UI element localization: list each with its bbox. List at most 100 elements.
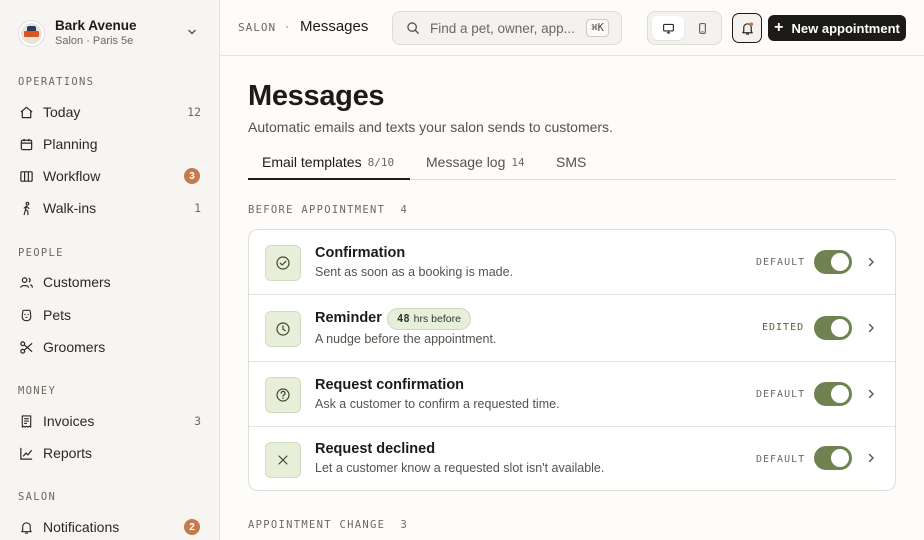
bell-icon: [741, 21, 753, 35]
template-enabled-toggle[interactable]: [814, 446, 852, 470]
salon-location: Salon · Paris 5e: [55, 35, 134, 47]
template-status: EDITED: [762, 322, 805, 333]
search-icon: [407, 22, 419, 34]
tab-sms[interactable]: SMS: [556, 148, 586, 180]
chevron-right-icon[interactable]: [865, 256, 877, 268]
breadcrumb-separator: ·: [285, 19, 289, 33]
template-status: DEFAULT: [756, 454, 806, 465]
sidebar-item-count: 3: [194, 414, 201, 428]
template-enabled-toggle[interactable]: [814, 316, 852, 340]
sidebar-item-today[interactable]: Today 12: [10, 98, 210, 126]
template-description: Let a customer know a requested slot isn…: [315, 461, 605, 475]
sidebar-item-label: Invoices: [43, 413, 95, 429]
template-row-request-declined[interactable]: Request declined Let a customer know a r…: [249, 427, 895, 490]
receipt-icon: [18, 413, 34, 429]
group-title-appointment-change: APPOINTMENT CHANGE 3: [248, 519, 409, 531]
sidebar-item-count: 12: [187, 105, 201, 119]
calendar-icon: [18, 136, 34, 152]
sidebar-item-pets[interactable]: Pets: [10, 301, 210, 329]
tab-message-log[interactable]: Message log 14: [426, 148, 525, 180]
section-title-salon: SALON: [18, 491, 57, 503]
sidebar-item-badge: 2: [184, 519, 200, 535]
sidebar-item-label: Customers: [43, 274, 111, 290]
notifications-button[interactable]: [732, 13, 762, 43]
sidebar-item-groomers[interactable]: Groomers: [10, 333, 210, 361]
sidebar-item-notifications[interactable]: Notifications 2: [10, 513, 210, 540]
breadcrumb-current: Messages: [300, 18, 369, 35]
sidebar-item-label: Reports: [43, 445, 93, 461]
sidebar-item-label: Notifications: [43, 519, 120, 535]
salon-name: Bark Avenue: [55, 18, 137, 33]
main-content: Messages Automatic emails and texts your…: [220, 56, 924, 540]
desktop-view-button[interactable]: [652, 16, 684, 40]
template-status: DEFAULT: [756, 389, 806, 400]
template-row-request-confirmation[interactable]: Request confirmation Ask a customer to c…: [249, 362, 895, 427]
template-description: Sent as soon as a booking is made.: [315, 265, 514, 279]
sidebar-item-walk-ins[interactable]: Walk-ins 1: [10, 194, 210, 222]
pet-icon: [18, 307, 34, 323]
salon-switcher[interactable]: Bark Avenue Salon · Paris 5e: [18, 16, 204, 50]
view-toggle: [647, 11, 722, 45]
home-icon: [18, 104, 34, 120]
sidebar-item-badge: 3: [184, 168, 200, 184]
tab-label: SMS: [556, 154, 587, 170]
bell-icon: [18, 519, 34, 535]
top-bar: SALON · Messages Find a pet, owner, app.…: [220, 0, 924, 56]
check-circle-icon: [265, 245, 301, 281]
section-title-operations: OPERATIONS: [18, 76, 95, 88]
sidebar-item-planning[interactable]: Planning: [10, 130, 210, 158]
sidebar-item-workflow[interactable]: Workflow 3: [10, 162, 210, 190]
sidebar-item-label: Today: [43, 104, 81, 120]
section-title-people: PEOPLE: [18, 247, 64, 259]
template-row-confirmation[interactable]: Confirmation Sent as soon as a booking i…: [249, 230, 895, 295]
sidebar-item-count: 1: [194, 201, 201, 215]
template-title: Reminder: [315, 310, 382, 326]
tab-count: 14: [511, 156, 525, 169]
users-icon: [18, 274, 34, 290]
timing-badge[interactable]: 48 hrs before: [387, 308, 471, 330]
chevron-right-icon[interactable]: [865, 322, 877, 334]
template-status: DEFAULT: [756, 257, 806, 268]
sidebar-item-reports[interactable]: Reports: [10, 439, 210, 467]
sidebar-item-invoices[interactable]: Invoices 3: [10, 407, 210, 435]
section-title-money: MONEY: [18, 385, 57, 397]
template-title: Confirmation: [315, 245, 406, 261]
breadcrumb-section[interactable]: SALON: [238, 21, 276, 34]
columns-icon: [18, 168, 34, 184]
sidebar-item-label: Workflow: [43, 168, 101, 184]
chevron-right-icon[interactable]: [865, 388, 877, 400]
sidebar-item-customers[interactable]: Customers: [10, 268, 210, 296]
tab-label: Message log: [426, 154, 506, 170]
chevron-right-icon[interactable]: [865, 452, 877, 464]
template-row-reminder[interactable]: Reminder 48 hrs before A nudge before the…: [249, 295, 895, 362]
search-input[interactable]: Find a pet, owner, app... ⌘K: [392, 11, 622, 45]
tab-label: Email templates: [262, 154, 362, 170]
salon-logo: [18, 19, 45, 47]
plus-icon: +: [774, 19, 784, 36]
phone-icon: [698, 22, 706, 34]
sidebar-item-label: Planning: [43, 136, 98, 152]
template-description: A nudge before the appointment.: [315, 332, 497, 346]
sidebar-item-label: Pets: [43, 307, 72, 323]
sidebar-item-label: Walk-ins: [43, 200, 97, 216]
template-title: Request confirmation: [315, 377, 465, 393]
tab-count: 8/10: [367, 156, 395, 169]
mobile-view-button[interactable]: [686, 16, 718, 40]
new-appointment-label: New appointment: [791, 20, 900, 36]
page-title: Messages: [248, 80, 385, 112]
question-circle-icon: [265, 377, 301, 413]
chart-line-icon: [18, 445, 34, 461]
group-title-before-appointment: BEFORE APPOINTMENT 4: [248, 204, 409, 216]
sidebar: Bark Avenue Salon · Paris 5e OPERATIONS …: [0, 0, 220, 540]
new-appointment-button[interactable]: + New appointment: [768, 15, 906, 41]
sidebar-item-label: Groomers: [43, 339, 106, 355]
tab-email-templates[interactable]: Email templates 8/10: [248, 148, 410, 180]
template-description: Ask a customer to confirm a requested ti…: [315, 397, 560, 411]
clock-icon: [265, 311, 301, 347]
template-enabled-toggle[interactable]: [814, 382, 852, 406]
walking-icon: [18, 200, 34, 216]
page-subtitle: Automatic emails and texts your salon se…: [248, 119, 613, 135]
scissors-icon: [18, 339, 34, 355]
chevron-down-icon: [188, 29, 196, 35]
template-enabled-toggle[interactable]: [814, 250, 852, 274]
